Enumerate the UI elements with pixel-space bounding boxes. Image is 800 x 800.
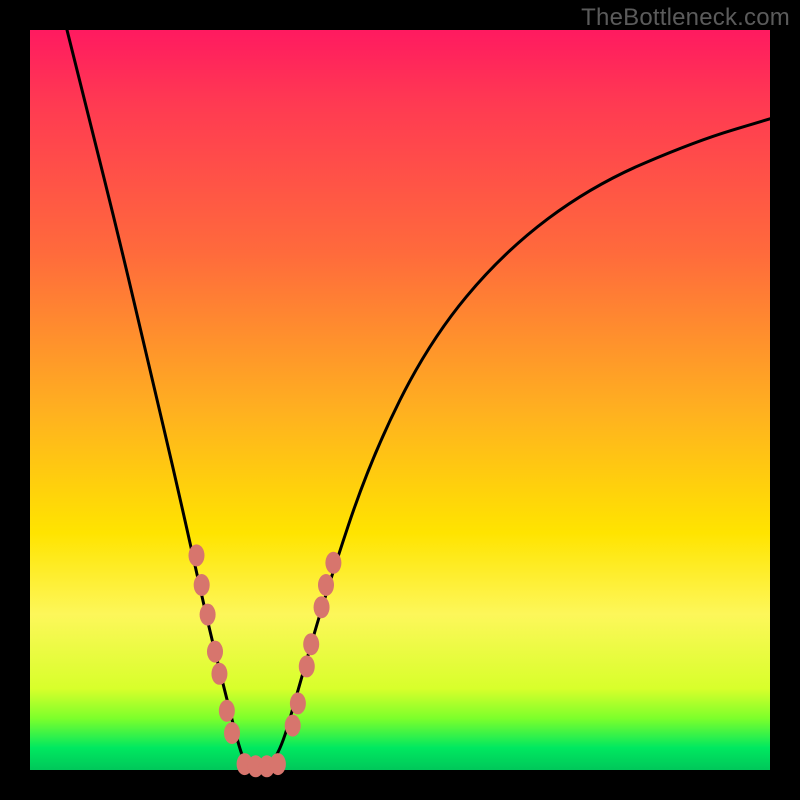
plot-area [30,30,770,770]
chart-frame: TheBottleneck.com [0,0,800,800]
data-marker [314,596,330,618]
data-marker [318,574,334,596]
data-marker [303,633,319,655]
data-marker [325,552,341,574]
data-marker [299,655,315,677]
data-marker [219,700,235,722]
data-marker [290,692,306,714]
curve-path [67,30,770,770]
data-marker [224,722,240,744]
data-marker [194,574,210,596]
watermark-text: TheBottleneck.com [581,4,790,32]
data-marker [207,641,223,663]
data-marker [200,604,216,626]
marker-group [189,544,342,777]
data-marker [189,544,205,566]
data-marker [285,715,301,737]
data-marker [211,663,227,685]
chart-svg [30,30,770,770]
data-marker [270,753,286,775]
